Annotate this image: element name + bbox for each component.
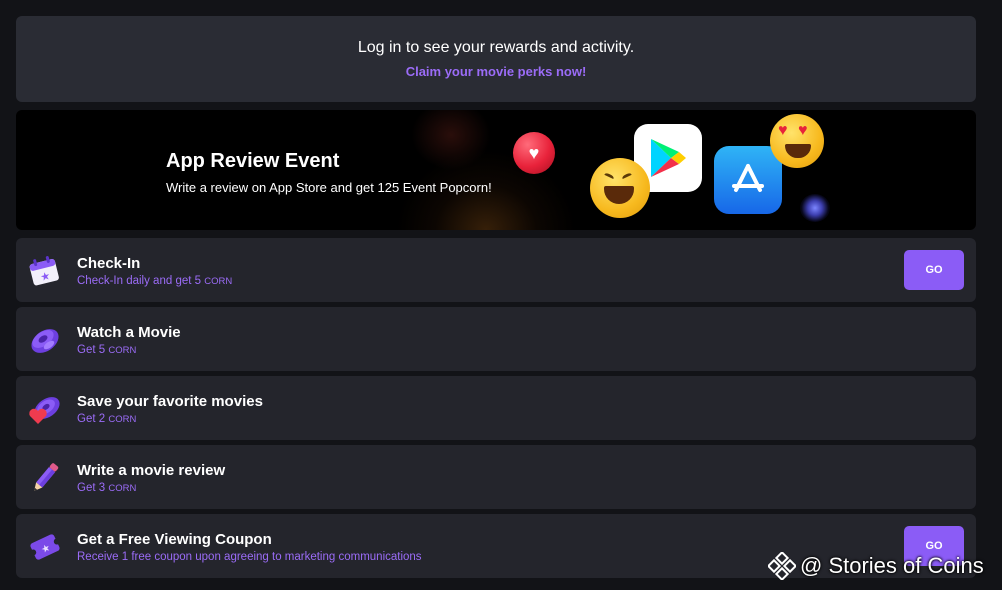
task-title: Watch a Movie bbox=[77, 324, 181, 341]
task-title: Check-In bbox=[77, 255, 141, 272]
task-save-favorites: Save your favorite movies Get 2 CORN bbox=[16, 376, 976, 440]
task-check-in: ★ Check-In Check-In daily and get 5 CORN… bbox=[16, 238, 976, 302]
heart-eyes-emoji-icon: ♥ ♥ bbox=[770, 114, 824, 168]
task-watch-movie: Watch a Movie Get 5 CORN bbox=[16, 307, 976, 371]
login-prompt-card: Log in to see your rewards and activity.… bbox=[16, 16, 976, 102]
task-reward: Get 5 CORN bbox=[77, 344, 137, 356]
banner-glow-secondary bbox=[411, 110, 491, 170]
task-reward: Get 2 CORN bbox=[77, 413, 137, 425]
heart-ball-icon: ♥ bbox=[513, 132, 555, 174]
task-reward: Get 3 CORN bbox=[77, 482, 137, 494]
app-store-icon bbox=[714, 146, 782, 214]
task-reward: Check-In daily and get 5 CORN bbox=[77, 275, 233, 287]
claim-perks-link[interactable]: Claim your movie perks now! bbox=[406, 64, 587, 79]
task-reward: Receive 1 free coupon upon agreeing to m… bbox=[77, 551, 422, 563]
banner-title: App Review Event bbox=[166, 150, 340, 172]
laughing-emoji-icon bbox=[590, 158, 650, 218]
ticket-icon: ★ bbox=[26, 528, 64, 566]
blue-orb-icon bbox=[800, 194, 830, 222]
watermark: @ Stories of Coins bbox=[768, 552, 984, 580]
login-message: Log in to see your rewards and activity. bbox=[357, 39, 635, 56]
check-in-go-button[interactable]: GO bbox=[904, 250, 964, 290]
film-heart-icon bbox=[26, 390, 64, 428]
task-title: Save your favorite movies bbox=[77, 393, 263, 410]
task-write-review: Write a movie review Get 3 CORN bbox=[16, 445, 976, 509]
task-title: Write a movie review bbox=[77, 462, 226, 479]
calendar-icon: ★ bbox=[26, 252, 64, 290]
pencil-icon bbox=[26, 459, 64, 497]
banner-description: Write a review on App Store and get 125 … bbox=[166, 180, 492, 195]
film-reel-icon bbox=[26, 321, 64, 359]
app-review-banner[interactable]: App Review Event Write a review on App S… bbox=[16, 110, 976, 230]
binance-logo-icon bbox=[768, 552, 796, 580]
task-title: Get a Free Viewing Coupon bbox=[77, 531, 272, 548]
watermark-text: @ Stories of Coins bbox=[800, 553, 984, 578]
